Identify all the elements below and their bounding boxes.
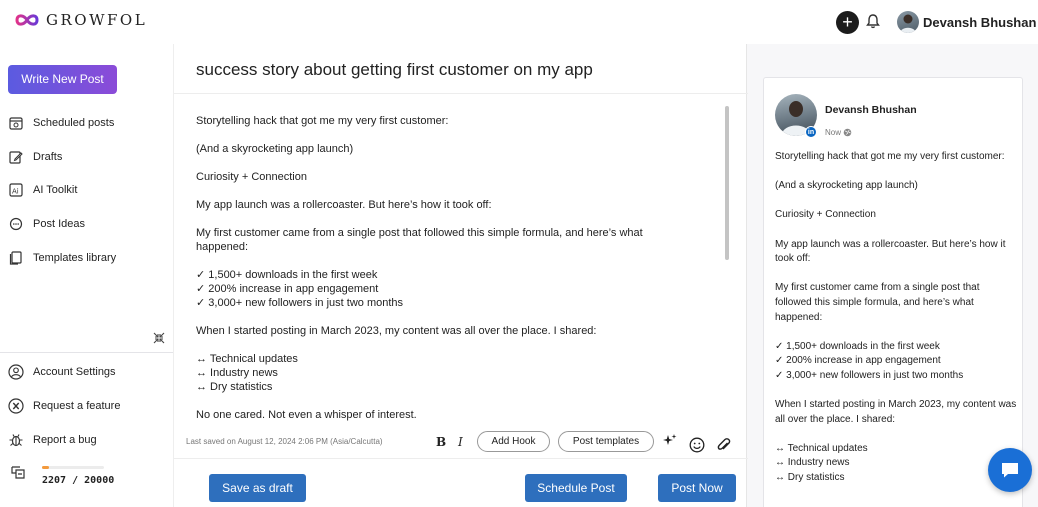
- sidebar: Write New Post Scheduled posts Drafts Ai…: [0, 44, 173, 507]
- top-bar: GROWFOL + Devansh Bhushan: [0, 0, 1038, 44]
- last-saved-status: Last saved on August 12, 2024 2:06 PM (A…: [186, 437, 383, 446]
- preview-paragraph: Storytelling hack that got me my very fi…: [775, 151, 1005, 162]
- sidebar-item-drafts[interactable]: Drafts: [8, 149, 62, 165]
- globe-icon: [843, 128, 852, 137]
- sidebar-item-report-bug[interactable]: Report a bug: [8, 432, 97, 448]
- sidebar-item-account-settings[interactable]: Account Settings: [8, 364, 116, 380]
- italic-button[interactable]: I: [458, 435, 463, 449]
- credits-progress-bar: [42, 466, 104, 469]
- preview-timestamp: Now: [825, 128, 852, 137]
- sidebar-item-label: Post Ideas: [33, 218, 85, 230]
- credits-count: 2207 / 20000: [42, 475, 115, 486]
- chat-bubble-icon: [8, 216, 24, 232]
- sidebar-item-label: Account Settings: [33, 366, 116, 378]
- sidebar-item-label: Request a feature: [33, 400, 121, 412]
- svg-text:Ai: Ai: [12, 188, 19, 196]
- collapse-icon[interactable]: [153, 332, 165, 344]
- post-editor: success story about getting first custom…: [173, 44, 748, 507]
- title-divider: [174, 93, 748, 94]
- avatar[interactable]: [897, 11, 919, 33]
- sidebar-item-label: Drafts: [33, 151, 63, 163]
- write-new-post-button[interactable]: Write New Post: [8, 65, 117, 94]
- person-silhouette-icon: [900, 14, 916, 33]
- templates-icon: [8, 250, 24, 266]
- preview-paragraph: My first customer came from a single pos…: [775, 282, 980, 323]
- sidebar-divider: [0, 352, 173, 353]
- add-hook-button[interactable]: Add Hook: [477, 431, 550, 452]
- preview-paragraph: (And a skyrocketing app launch): [775, 180, 918, 192]
- preview-paragraph: ↔ Technical updates ↔ Industry news ↔ Dr…: [775, 442, 868, 484]
- linkedin-badge-icon: in: [805, 126, 817, 138]
- create-button[interactable]: +: [836, 11, 859, 34]
- preview-paragraph: ✓ 1,500+ downloads in the first week ✓ 2…: [775, 340, 964, 381]
- edit-icon: [8, 149, 24, 165]
- attachment-icon[interactable]: [716, 437, 732, 453]
- sidebar-item-scheduled-posts[interactable]: Scheduled posts: [8, 115, 114, 131]
- brand-name: GROWFOL: [46, 11, 148, 29]
- body-paragraph: (And a skyrocketing app launch): [196, 143, 354, 155]
- sparkle-icon[interactable]: [662, 433, 678, 449]
- post-templates-button[interactable]: Post templates: [558, 431, 654, 452]
- sidebar-item-label: AI Toolkit: [33, 184, 78, 196]
- editor-scrollbar[interactable]: [724, 106, 730, 424]
- sidebar-item-ai-toolkit[interactable]: Ai AI Toolkit: [8, 182, 77, 198]
- body-paragraph: Curiosity + Connection: [196, 171, 307, 183]
- post-now-button[interactable]: Post Now: [658, 474, 736, 502]
- chat-icon: [1002, 463, 1018, 478]
- credits-icon: [11, 466, 25, 479]
- body-paragraph: My app launch was a rollercoaster. But h…: [196, 199, 492, 211]
- body-paragraph: ↔ Technical updates ↔ Industry news ↔ Dr…: [196, 353, 298, 393]
- preview-author-name: Devansh Bhushan: [825, 104, 917, 116]
- x-circle-icon: [8, 398, 24, 414]
- preview-paragraph: My app launch was a rollercoaster. But h…: [775, 238, 1006, 265]
- sidebar-item-post-ideas[interactable]: Post Ideas: [8, 216, 85, 232]
- user-circle-icon: [8, 364, 24, 380]
- linkedin-post-preview: in Devansh Bhushan Now Storytelling hack…: [763, 77, 1023, 507]
- preview-time-label: Now: [825, 128, 842, 137]
- credits-progress-fill: [42, 466, 49, 469]
- ai-icon: Ai: [8, 182, 24, 198]
- body-paragraph: No one cared. Not even a whisper of inte…: [196, 409, 417, 421]
- sidebar-item-label: Report a bug: [33, 434, 97, 446]
- bold-button[interactable]: B: [436, 435, 446, 449]
- sidebar-item-request-feature[interactable]: Request a feature: [8, 398, 120, 414]
- body-paragraph: ✓ 1,500+ downloads in the first week ✓ 2…: [196, 269, 404, 309]
- infinity-logo-icon: [15, 14, 39, 26]
- body-paragraph: My first customer came from a single pos…: [196, 227, 643, 253]
- bug-icon: [8, 432, 24, 448]
- post-title-input[interactable]: success story about getting first custom…: [196, 60, 593, 80]
- post-body-textarea[interactable]: Storytelling hack that got me my very fi…: [196, 114, 676, 436]
- bell-icon[interactable]: [866, 13, 880, 29]
- editor-footer-divider: [174, 458, 748, 459]
- body-paragraph: When I started posting in March 2023, my…: [196, 325, 597, 337]
- save-as-draft-button[interactable]: Save as draft: [209, 474, 306, 502]
- sidebar-item-templates-library[interactable]: Templates library: [8, 250, 116, 266]
- calendar-icon: [8, 115, 24, 131]
- preview-body: Storytelling hack that got me my very fi…: [775, 150, 1017, 500]
- scrollbar-thumb[interactable]: [725, 106, 729, 260]
- preview-paragraph: Curiosity + Connection: [775, 209, 876, 221]
- chat-support-button[interactable]: [988, 448, 1032, 492]
- preview-paragraph: When I started posting in March 2023, my…: [775, 399, 1017, 425]
- user-name[interactable]: Devansh Bhushan: [923, 15, 1036, 30]
- body-paragraph: Storytelling hack that got me my very fi…: [196, 115, 449, 127]
- sidebar-item-label: Scheduled posts: [33, 117, 115, 129]
- sidebar-item-label: Templates library: [33, 252, 117, 264]
- emoji-icon[interactable]: [689, 437, 705, 453]
- brand-logo[interactable]: GROWFOL: [14, 11, 147, 29]
- schedule-post-button[interactable]: Schedule Post: [525, 474, 627, 502]
